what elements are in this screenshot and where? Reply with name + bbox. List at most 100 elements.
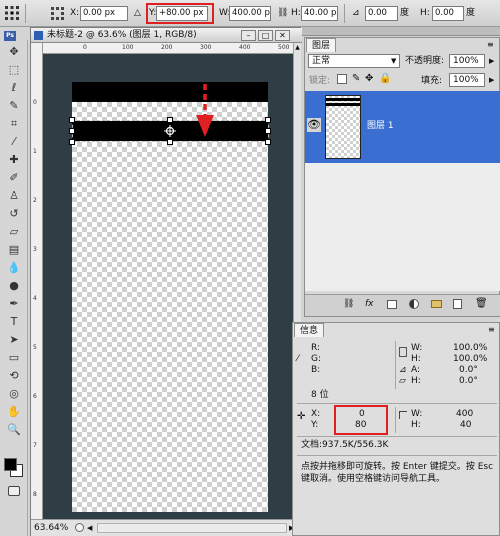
blend-mode-select[interactable]: 正常 [308,54,400,68]
transform-handle[interactable] [69,139,75,145]
lock-transparent-icon[interactable] [337,74,347,84]
ps-doc-icon [34,31,43,40]
info-h-pct: 100.0% [453,354,488,364]
chevron-right-icon[interactable]: ▶ [489,74,494,86]
transform-center-icon[interactable] [164,125,176,137]
tab-layers[interactable]: 图层 [306,38,337,52]
lock-move-icon[interactable]: ✥ [365,73,373,84]
info-y-label: Y: [311,420,319,430]
info-h2-value: 0.0° [459,376,478,386]
lasso-tool-icon[interactable]: ℓ [5,80,23,96]
lock-all-icon[interactable]: 🔒 [379,73,391,84]
3d-rotate-tool-icon[interactable]: ⟲ [5,368,23,384]
status-info-icon[interactable] [75,523,84,532]
shape-tool-icon[interactable]: ▭ [5,350,23,366]
close-button[interactable]: ✕ [275,30,290,41]
visibility-eye-icon[interactable]: 👁 [307,118,321,132]
brush-tool-icon[interactable]: ✐ [5,170,23,186]
3d-orbit-tool-icon[interactable]: ◎ [5,386,23,402]
quick-select-tool-icon[interactable]: ✎ [5,98,23,114]
opacity-mode-icon [399,347,407,357]
layer-row[interactable]: 👁 图层 1 [305,91,500,163]
move-tool-icon[interactable]: ✥ [5,44,23,60]
skew-icon: ▱ [399,376,406,386]
panel-menu-icon[interactable]: ≡ [488,325,495,334]
transform-handle[interactable] [167,139,173,145]
black-bar-top [72,82,268,102]
info-sel-h-label: H: [411,420,421,430]
opacity-input[interactable]: 100% [449,54,485,68]
healing-brush-tool-icon[interactable]: ✚ [5,152,23,168]
thumbnail-bar [326,98,360,101]
hand-tool-icon[interactable]: ✋ [5,404,23,420]
marquee-tool-icon[interactable]: ⬚ [5,62,23,78]
w-input[interactable]: 400.00 px [229,6,271,21]
ps-logo-icon: Ps [4,31,16,41]
fill-input[interactable]: 100% [449,73,485,87]
hskew-input[interactable]: 0.00 [432,6,464,21]
layer-mask-icon[interactable] [387,300,397,309]
link-layers-icon[interactable]: ⛓ [343,299,354,309]
canvas-workspace[interactable] [43,54,293,519]
transform-handle[interactable] [69,117,75,123]
scroll-up-icon[interactable]: ▲ [294,43,301,52]
fx-icon[interactable]: fx [365,299,374,309]
scroll-left-icon[interactable]: ◀ [87,523,92,533]
info-r-label: R: [311,343,321,353]
chevron-right-icon[interactable]: ▶ [489,55,494,67]
pen-tool-icon[interactable]: ✒ [5,296,23,312]
zoom-tool-icon[interactable]: 🔍 [5,422,23,438]
tab-info[interactable]: 信息 [294,323,325,337]
divider [297,403,497,404]
transform-handle[interactable] [265,117,271,123]
move-reference-icon[interactable] [51,7,65,21]
panel-dock-header[interactable] [302,27,500,36]
hskew-unit: 度 [466,8,476,18]
layer-thumbnail[interactable] [325,95,361,159]
ruler-tick-label: 0 [33,99,37,106]
link-icon[interactable]: ⛓ [277,8,288,19]
reference-point-icon[interactable] [4,5,20,21]
options-bar: X: 0.00 px △ Y: +80.00 px W: 400.00 px ⛓… [0,0,500,27]
info-bits: 8 位 [311,390,329,400]
horizontal-scrollbar[interactable] [97,523,287,533]
x-input[interactable]: 0.00 px [80,6,128,21]
gradient-tool-icon[interactable]: ▤ [5,242,23,258]
dodge-tool-icon[interactable]: ● [5,278,23,294]
transform-handle[interactable] [265,128,271,134]
quick-mask-icon[interactable] [8,486,20,496]
zoom-level[interactable]: 63.64% [34,523,68,534]
lock-brush-icon[interactable]: ✎ [352,73,360,84]
crop-tool-icon[interactable]: ⌗ [5,116,23,132]
history-brush-tool-icon[interactable]: ↺ [5,206,23,222]
clone-stamp-tool-icon[interactable]: ♙ [5,188,23,204]
h-input[interactable]: 40.00 px [301,6,338,21]
layers-panel: 图层 ≡ 正常 ▼ 不透明度: 100% ▶ 锁定: ✎ ✥ 🔒 填充: 100… [304,37,500,317]
group-folder-icon[interactable] [431,300,442,308]
type-tool-icon[interactable]: T [5,314,23,330]
eraser-tool-icon[interactable]: ▱ [5,224,23,240]
transform-handle[interactable] [69,128,75,134]
info-w-label: W: [411,343,423,353]
eyedropper-tool-icon[interactable]: ⁄ [5,134,23,150]
fill-label: 填充: [421,76,443,86]
minimize-button[interactable]: – [241,30,256,41]
path-select-tool-icon[interactable]: ➤ [5,332,23,348]
transform-handle[interactable] [265,139,271,145]
adjustment-layer-icon[interactable] [409,299,419,309]
foreground-color-swatch[interactable] [4,458,17,471]
chevron-down-icon[interactable]: ▼ [391,55,396,67]
info-w-pct: 100.0% [453,343,488,353]
rotate-angle-input[interactable]: 0.00 [365,6,398,21]
panel-menu-icon[interactable]: ≡ [487,40,494,49]
canvas[interactable] [69,82,271,512]
ruler-tick-label: 2 [33,197,37,204]
delete-layer-icon[interactable]: 🗑 [475,298,488,309]
transform-handle[interactable] [167,117,173,123]
layer-name[interactable]: 图层 1 [367,121,394,132]
new-layer-icon[interactable] [453,299,462,309]
info-b-label: B: [311,365,321,375]
maximize-button[interactable]: □ [258,30,273,41]
rotate-angle-icon: ⊿ [352,8,360,18]
blur-tool-icon[interactable]: 💧 [5,260,23,276]
